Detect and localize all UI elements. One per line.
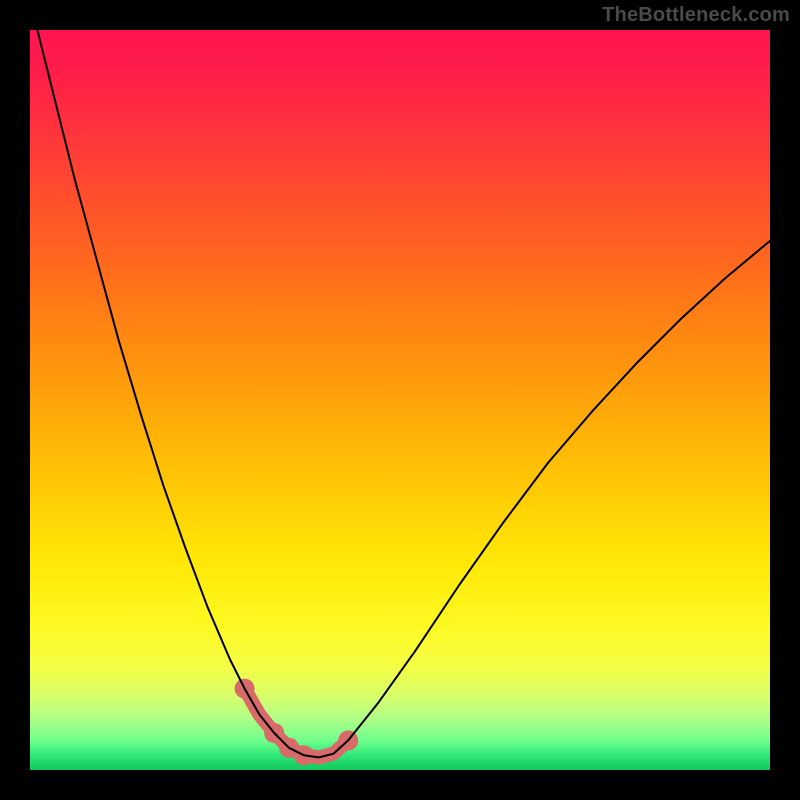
watermark-text: TheBottleneck.com: [602, 4, 790, 27]
chart-frame: TheBottleneck.com: [0, 0, 800, 800]
bottleneck-chart: [30, 30, 770, 770]
gradient-background: [30, 30, 770, 770]
plot-area: [30, 30, 770, 770]
